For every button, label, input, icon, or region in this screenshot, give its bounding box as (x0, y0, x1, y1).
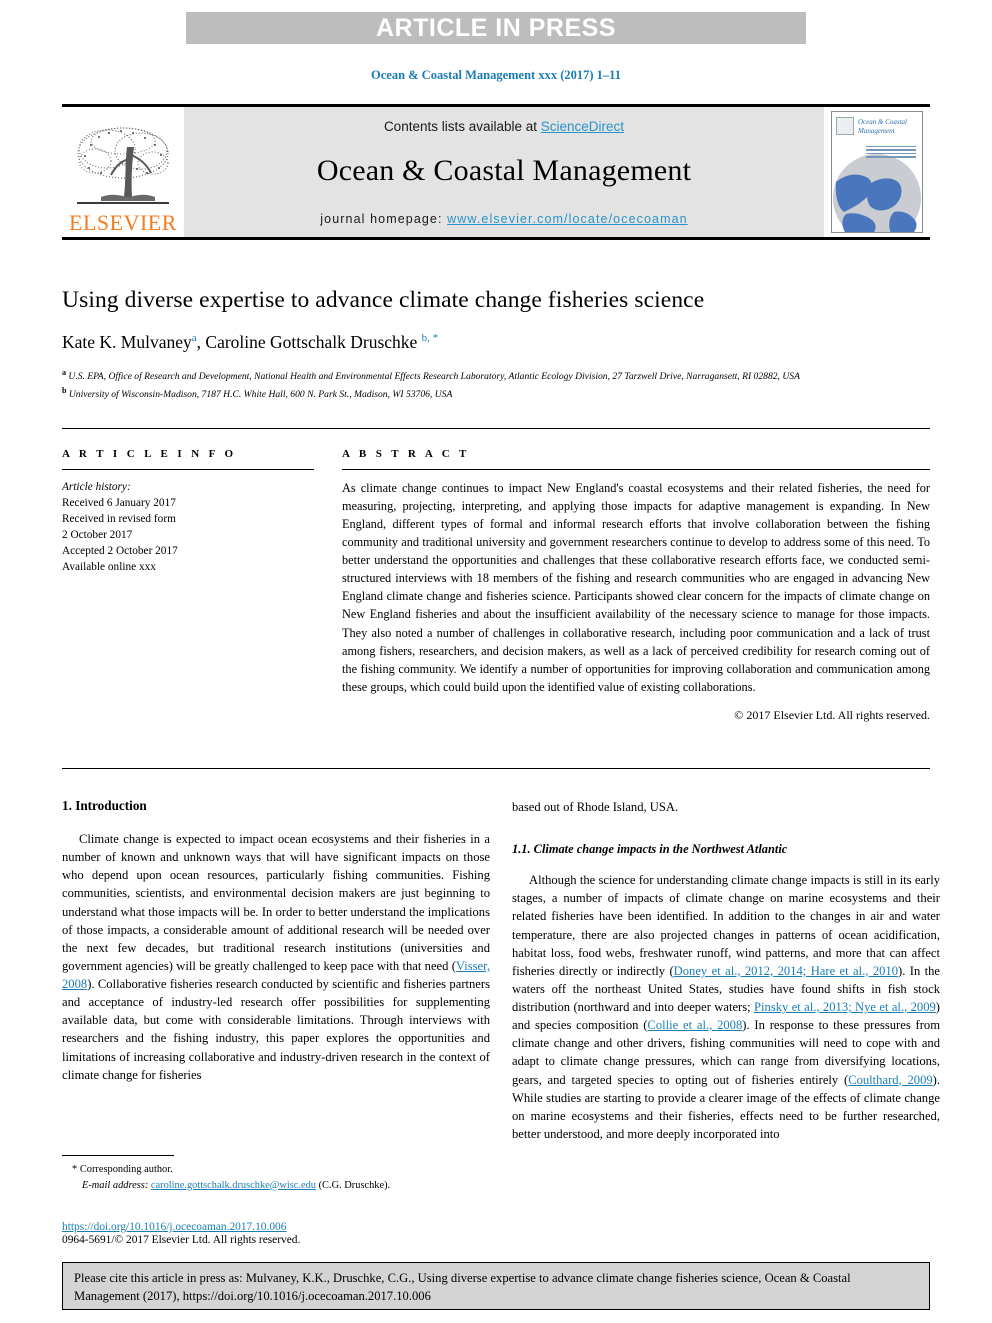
contents-lists-prefix: Contents lists available at (383, 118, 541, 134)
cover-journal-title: Ocean & Coastal Management (858, 118, 907, 136)
article-history-revised-line1: Received in revised form (62, 513, 176, 526)
cover-editor-lines (866, 146, 916, 160)
page-title: Using diverse expertise to advance clima… (62, 287, 705, 313)
article-in-press-label: ARTICLE IN PRESS (376, 13, 616, 42)
doi-block: https://doi.org/10.1016/j.ocecoaman.2017… (62, 1221, 490, 1246)
author-list: Kate K. Mulvaneya, Caroline Gottschalk D… (62, 332, 439, 353)
abstract-text: As climate change continues to impact Ne… (342, 481, 930, 694)
elsevier-wordmark: ELSEVIER (69, 210, 177, 235)
corresponding-author-label: Corresponding author. (79, 1164, 173, 1175)
abstract-label: A B S T R A C T (342, 448, 470, 460)
email-attribution: (C.G. Druschke). (318, 1179, 391, 1191)
citation-collie-2008[interactable]: Collie et al., 2008 (647, 1018, 742, 1032)
article-history-available: Available online xxx (62, 561, 156, 574)
article-info-hairline (62, 469, 314, 470)
citation-pinsky-nye[interactable]: Pinsky et al., 2013; Nye et al., 2009 (754, 1000, 936, 1014)
masthead-center: Contents lists available at ScienceDirec… (184, 107, 824, 237)
affiliation-b: b University of Wisconsin-Madison, 7187 … (62, 385, 930, 403)
info-section-top-rule (62, 428, 930, 429)
journal-homepage-prefix: journal homepage: (320, 211, 448, 226)
abstract-section-bottom-rule (62, 768, 930, 769)
contents-lists-line: Contents lists available at ScienceDirec… (384, 119, 624, 134)
cite-this-article-text: Please cite this article in press as: Mu… (74, 1271, 851, 1303)
article-history-revised-line2: 2 October 2017 (62, 529, 133, 542)
title-block: Using diverse expertise to advance clima… (62, 286, 930, 402)
intro-paragraph: Climate change is expected to impact oce… (62, 830, 490, 1084)
abstract-section: A B S T R A C T As climate change contin… (342, 448, 930, 723)
corresponding-author-note: * Corresponding author. (62, 1162, 490, 1178)
author-name-2: Caroline Gottschalk Druschke (205, 332, 418, 353)
article-info-section: A R T I C L E I N F O Article history: R… (62, 448, 314, 575)
elsevier-tree-icon (71, 123, 175, 211)
article-info-label: A R T I C L E I N F O (62, 448, 237, 460)
cite-this-article-box: Please cite this article in press as: Mu… (62, 1262, 930, 1310)
footnote-block: * Corresponding author. E-mail address: … (62, 1155, 490, 1193)
author-affiliation-marker-a[interactable]: a (192, 332, 197, 344)
email-label: E-mail address: (82, 1179, 149, 1191)
email-note: E-mail address: caroline.gottschalk.drus… (62, 1178, 490, 1194)
citation-doney-hare[interactable]: Doney et al., 2012, 2014; Hare et al., 2… (674, 964, 898, 978)
journal-title: Ocean & Coastal Management (316, 153, 692, 187)
footnote-rule (62, 1155, 174, 1156)
article-in-press-banner: ARTICLE IN PRESS (186, 12, 806, 44)
abstract-hairline (342, 469, 930, 470)
abstract-copyright: © 2017 Elsevier Ltd. All rights reserved… (734, 707, 930, 722)
elsevier-logo: ELSEVIER (62, 107, 184, 237)
email-link[interactable]: caroline.gottschalk.druschke@wisc.edu (151, 1180, 316, 1191)
article-history: Article history: Received 6 January 2017… (62, 479, 314, 575)
article-history-received: Received 6 January 2017 (62, 497, 176, 510)
journal-homepage-link[interactable]: www.elsevier.com/locate/ocecoaman (447, 212, 688, 226)
affiliation-b-text: University of Wisconsin-Madison, 7187 H.… (68, 388, 453, 400)
intro-text-part2: ). Collaborative fisheries research cond… (62, 977, 490, 1082)
article-history-accepted: Accepted 2 October 2017 (62, 545, 178, 558)
corresponding-author-marker: * (72, 1164, 78, 1175)
climate-text-part1: Although the science for understanding c… (512, 873, 940, 978)
sciencedirect-link[interactable]: ScienceDirect (541, 119, 624, 134)
cover-publisher-stamp (836, 117, 854, 135)
intro-paragraph-continued: based out of Rhode Island, USA. (512, 800, 679, 814)
section-heading-introduction: 1. Introduction (62, 798, 147, 813)
body-column-left: 1. Introduction Climate change is expect… (62, 798, 490, 1148)
article-history-heading: Article history: (62, 481, 131, 493)
body-column-right: based out of Rhode Island, USA. 1.1. Cli… (512, 798, 940, 1238)
journal-masthead: ELSEVIER Contents lists available at Sci… (62, 104, 930, 240)
affiliation-a-text: U.S. EPA, Office of Research and Develop… (68, 371, 800, 383)
affiliation-marker-b: b (62, 385, 67, 395)
journal-homepage-line: journal homepage: www.elsevier.com/locat… (320, 212, 687, 226)
affiliation-a: a U.S. EPA, Office of Research and Devel… (62, 367, 930, 385)
journal-cover-thumbnail: Ocean & Coastal Management (824, 107, 930, 237)
author-name-1: Kate K. Mulvaney (62, 332, 192, 353)
subsection-heading-climate-impacts: 1.1. Climate change impacts in the North… (512, 842, 788, 857)
issn-copyright-line: 0964-5691/© 2017 Elsevier Ltd. All right… (62, 1234, 301, 1246)
affiliation-list: a U.S. EPA, Office of Research and Devel… (62, 367, 930, 402)
intro-text-part1: Climate change is expected to impact oce… (62, 832, 490, 973)
journal-running-head: Ocean & Coastal Management xxx (2017) 1–… (371, 68, 621, 82)
affiliation-marker-a: a (62, 368, 66, 378)
citation-coulthard-2009[interactable]: Coulthard, 2009 (848, 1073, 932, 1087)
climate-impacts-paragraph: Although the science for understanding c… (512, 871, 940, 1143)
journal-cover-image: Ocean & Coastal Management (831, 111, 923, 233)
doi-link[interactable]: https://doi.org/10.1016/j.ocecoaman.2017… (62, 1221, 490, 1233)
author-affiliation-marker-b[interactable]: b, * (422, 332, 439, 344)
